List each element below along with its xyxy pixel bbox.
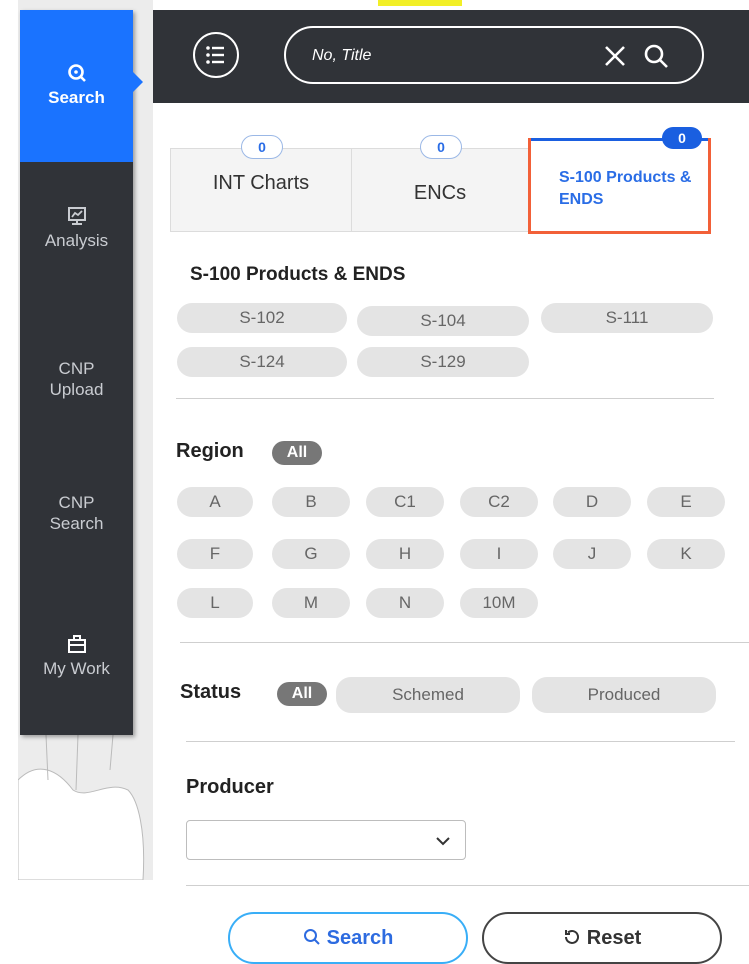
region-title: Region — [176, 440, 244, 462]
sidebar-item-search[interactable]: Search — [20, 10, 133, 162]
reset-button-label: Reset — [586, 927, 642, 949]
active-indicator-arrow — [133, 72, 143, 92]
tab-encs[interactable]: 0 ENCs — [351, 135, 529, 232]
region-chip[interactable]: A — [177, 487, 253, 517]
producer-title: Producer — [186, 776, 274, 798]
search-icon[interactable] — [642, 42, 670, 70]
tab-int-charts[interactable]: 0 INT Charts — [170, 135, 352, 232]
status-chip-schemed[interactable]: Schemed — [336, 677, 520, 713]
clear-icon[interactable] — [602, 43, 628, 69]
region-chip[interactable]: E — [647, 487, 725, 517]
product-chip[interactable]: S-111 — [541, 303, 713, 333]
region-chip[interactable]: C1 — [366, 487, 444, 517]
status-title: Status — [180, 681, 242, 703]
sidebar-item-analysis[interactable]: Analysis — [20, 205, 133, 251]
list-menu-icon — [206, 46, 224, 64]
sidebar-item-cnp-search[interactable]: CNP Search — [20, 492, 133, 534]
menu-button[interactable] — [193, 32, 239, 78]
producer-select[interactable] — [186, 820, 466, 860]
region-chip[interactable]: I — [460, 539, 538, 569]
status-chip-produced[interactable]: Produced — [532, 677, 716, 713]
search-button-label: Search — [326, 927, 394, 949]
product-chip[interactable]: S-102 — [177, 303, 347, 333]
region-chip[interactable]: F — [177, 539, 253, 569]
region-chip[interactable]: K — [647, 539, 725, 569]
search-box — [284, 26, 704, 84]
sidebar-item-cnp-upload[interactable]: CNP Upload — [20, 358, 133, 400]
product-chip[interactable]: S-129 — [357, 347, 529, 377]
tab-label: ENCs — [413, 182, 467, 204]
region-all-toggle[interactable]: All — [272, 441, 322, 465]
region-chip[interactable]: D — [553, 487, 631, 517]
refresh-icon — [564, 929, 579, 944]
header — [153, 10, 749, 103]
region-chip[interactable]: J — [553, 539, 631, 569]
sidebar-item-label: CNP Search — [49, 493, 104, 533]
search-icon — [303, 929, 320, 945]
divider — [186, 741, 735, 742]
region-chip[interactable]: N — [366, 588, 444, 618]
tab-count-badge: 0 — [241, 135, 283, 159]
tab-label: INT Charts — [212, 172, 310, 194]
briefcase-icon — [67, 635, 86, 653]
presentation-chart-icon — [67, 207, 86, 225]
sidebar-item-label: Search — [48, 88, 105, 107]
reset-button[interactable]: Reset — [482, 912, 722, 964]
products-title: S-100 Products & ENDS — [190, 264, 406, 285]
sidebar: Search Analysis CNP Upload CNP Search My… — [20, 10, 133, 735]
tab-count-badge: 0 — [662, 127, 702, 149]
sidebar-item-label: My Work — [43, 659, 110, 678]
region-chip[interactable]: G — [272, 539, 350, 569]
region-chip[interactable]: B — [272, 487, 350, 517]
divider — [176, 398, 714, 399]
product-chip[interactable]: S-104 — [357, 306, 529, 336]
tab-label: S-100 Products & ENDS — [559, 169, 692, 208]
sidebar-item-label: Analysis — [44, 231, 109, 250]
region-chip[interactable]: L — [177, 588, 253, 618]
result-tabs: 0 INT Charts 0 ENCs 0 S-100 Products & E… — [170, 127, 711, 234]
divider — [180, 642, 749, 643]
tab-count-badge: 0 — [420, 135, 462, 159]
sidebar-item-my-work[interactable]: My Work — [20, 633, 133, 679]
highlight-mark — [378, 0, 462, 6]
tab-s100-products-ends[interactable]: 0 S-100 Products & ENDS — [528, 127, 711, 234]
status-all-toggle[interactable]: All — [277, 682, 327, 706]
region-chip[interactable]: H — [366, 539, 444, 569]
divider — [186, 885, 749, 886]
region-chip[interactable]: C2 — [460, 487, 538, 517]
region-chip[interactable]: M — [272, 588, 350, 618]
sidebar-item-label: CNP Upload — [49, 359, 104, 399]
chevron-down-icon — [436, 837, 450, 846]
product-chip[interactable]: S-124 — [177, 347, 347, 377]
search-input[interactable] — [310, 42, 564, 70]
region-chip[interactable]: 10M — [460, 588, 538, 618]
search-icon — [67, 64, 86, 82]
search-button[interactable]: Search — [228, 912, 468, 964]
